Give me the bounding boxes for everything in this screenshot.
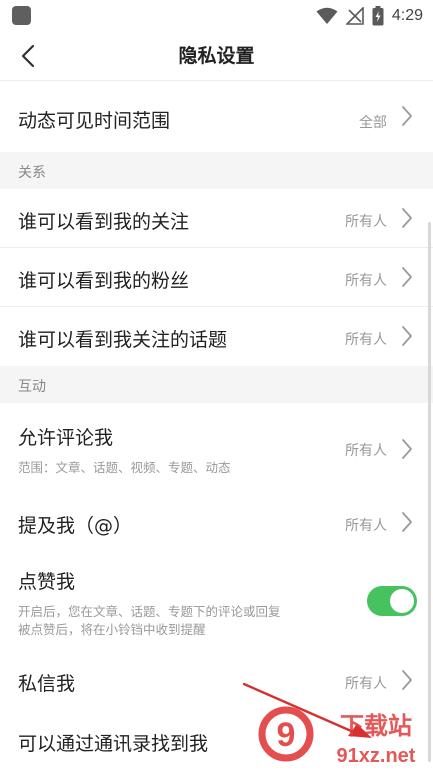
row-value: 所有人 — [345, 518, 387, 534]
chevron-right-icon — [402, 267, 412, 287]
row-value: 全部 — [359, 115, 387, 131]
status-bar: 4:29 — [0, 0, 433, 32]
row-value: 所有人 — [345, 332, 387, 348]
row-who-follows[interactable]: 谁可以看到我的关注 所有人 — [0, 189, 433, 248]
row-description: 开启后，您在文章、话题、专题下的评论或回复 — [18, 604, 281, 619]
row-feed-visibility[interactable]: 动态可见时间范围 全部 — [0, 81, 433, 152]
row-label: 谁可以看到我的关注 — [18, 211, 190, 233]
status-icons: 4:29 — [316, 4, 423, 28]
section-header-interaction: 互动 — [0, 366, 433, 403]
row-label: 允许评论我 — [18, 427, 114, 449]
row-description: 范围：文章、话题、视频、专题、动态 — [18, 460, 231, 475]
chevron-right-icon — [402, 512, 412, 532]
row-value: 所有人 — [345, 214, 387, 230]
row-label: 提及我（@） — [18, 515, 133, 537]
row-value: 所有人 — [345, 273, 387, 289]
watermark-logo-text: 9 — [277, 716, 296, 754]
row-label: 点赞我 — [18, 571, 76, 593]
row-label: 动态可见时间范围 — [18, 110, 171, 132]
row-label: 谁可以看到我关注的话题 — [18, 329, 228, 351]
section-title: 互动 — [18, 379, 46, 395]
chevron-right-icon — [402, 439, 412, 459]
row-who-topics[interactable]: 谁可以看到我关注的话题 所有人 — [0, 307, 433, 366]
toggle-knob — [390, 589, 414, 613]
chevron-right-icon — [402, 326, 412, 346]
section-title: 关系 — [18, 165, 46, 181]
battery-charging-icon — [372, 6, 384, 26]
no-signal-icon — [345, 7, 364, 25]
row-value: 所有人 — [345, 443, 387, 459]
back-button[interactable] — [10, 38, 46, 74]
section-header-relations: 关系 — [0, 152, 433, 189]
row-allow-comment[interactable]: 允许评论我 范围：文章、话题、视频、专题、动态 所有人 — [0, 403, 433, 493]
chevron-left-icon — [21, 44, 35, 68]
chevron-right-icon — [402, 106, 412, 126]
wifi-icon — [316, 7, 338, 25]
app-header: 隐私设置 — [0, 32, 433, 80]
row-mention-me[interactable]: 提及我（@） 所有人 — [0, 493, 433, 551]
watermark-brand-line2: 91xz.net — [337, 745, 416, 767]
row-description: 被点赞后，将在小铃铛中收到提醒 — [18, 622, 206, 637]
page-title: 隐私设置 — [178, 45, 255, 67]
watermark-logo: 9 下载站 91xz.net — [242, 682, 416, 767]
watermark-brand-line1: 下载站 — [340, 712, 412, 740]
row-label: 谁可以看到我的粉丝 — [18, 270, 190, 292]
row-label: 私信我 — [18, 673, 76, 695]
chevron-right-icon — [402, 208, 412, 228]
like-notification-toggle[interactable] — [367, 586, 417, 616]
row-like-me: 点赞我 开启后，您在文章、话题、专题下的评论或回复 被点赞后，将在小铃铛中收到提… — [0, 551, 433, 651]
notification-icon — [12, 6, 31, 25]
row-who-fans[interactable]: 谁可以看到我的粉丝 所有人 — [0, 248, 433, 307]
row-label: 可以通过通讯录找到我 — [18, 733, 209, 755]
status-time: 4:29 — [391, 7, 423, 24]
